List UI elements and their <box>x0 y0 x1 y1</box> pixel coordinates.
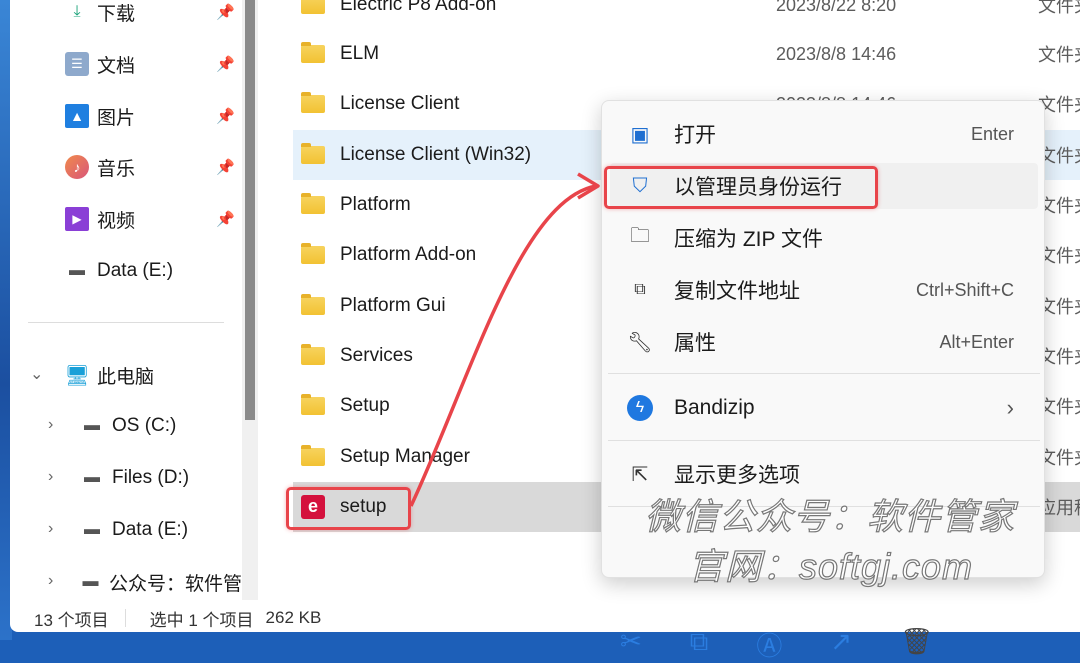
arrow-head <box>577 172 600 200</box>
watermark-line2: 官网：softgj.com <box>687 545 974 587</box>
arrow-line <box>409 184 597 507</box>
watermark-line1: 微信公众号：软件管家 <box>644 495 1016 537</box>
